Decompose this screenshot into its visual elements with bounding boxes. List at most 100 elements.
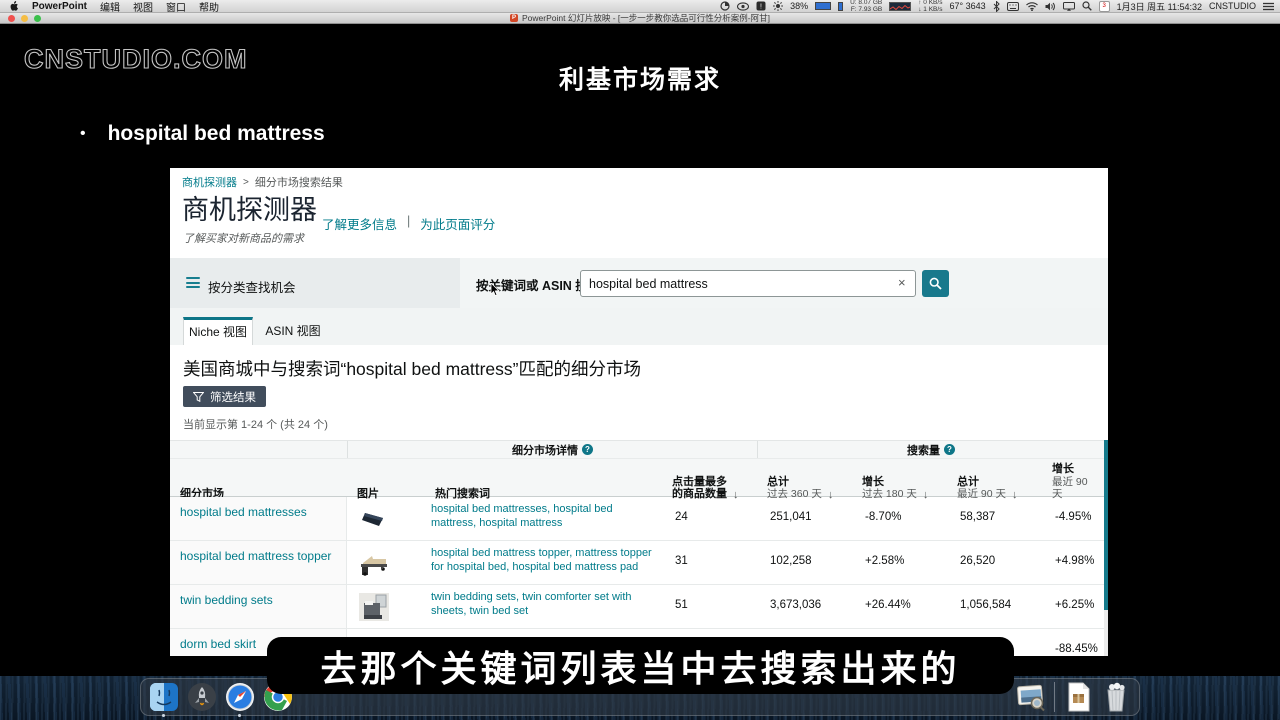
search-button[interactable] xyxy=(922,270,949,297)
timer-status-icon[interactable] xyxy=(720,1,730,11)
category-menu-icon[interactable] xyxy=(186,277,200,288)
cell-products: 51 xyxy=(662,585,757,628)
preview-photos-icon[interactable] xyxy=(1016,682,1046,712)
product-image xyxy=(347,497,425,540)
cell-total90: 26,520 xyxy=(947,541,1042,584)
table-scrollbar[interactable] xyxy=(1104,440,1108,656)
presentation-slide: CNSTUDIO.COM 利基市场需求 • hospital bed mattr… xyxy=(0,24,1280,676)
info-icon[interactable]: ? xyxy=(944,444,955,455)
keywords-link[interactable]: hospital bed mattress topper, mattress t… xyxy=(425,541,662,584)
mouse-cursor xyxy=(490,283,500,300)
menu-window[interactable]: 窗口 xyxy=(166,0,186,14)
niches-table: 细分市场详情 ? 搜索量 ? 细分市场 图片 热门搜索词 点击量最多的商品数量 xyxy=(170,440,1104,656)
svg-text:!: ! xyxy=(760,4,762,11)
group-header-empty xyxy=(170,441,347,458)
cell-total360: 102,258 xyxy=(757,541,852,584)
running-indicator xyxy=(162,714,165,717)
menu-help[interactable]: 帮助 xyxy=(199,0,219,14)
cell-total90: 1,056,584 xyxy=(947,585,1042,628)
funnel-icon xyxy=(193,392,204,402)
launchpad-icon[interactable] xyxy=(187,682,217,712)
eye-status-icon[interactable] xyxy=(737,2,749,11)
table-row: hospital bed mattress topper hospital be… xyxy=(170,541,1104,585)
menubar-user[interactable]: CNSTUDIO xyxy=(1209,1,1256,11)
package-file-icon[interactable] xyxy=(1063,682,1093,712)
notification-center-icon[interactable] xyxy=(1263,2,1274,11)
rate-page-link[interactable]: 为此页面评分 xyxy=(420,214,495,233)
close-window-button[interactable] xyxy=(8,15,15,22)
cell-total360: 251,041 xyxy=(757,497,852,540)
niche-link[interactable]: dorm bed skirt xyxy=(180,637,256,651)
cell-growth180: +2.58% xyxy=(852,541,947,584)
airplay-display-icon[interactable] xyxy=(1063,2,1075,11)
results-count: 当前显示第 1-24 个 (共 24 个) xyxy=(183,416,328,432)
search-input[interactable] xyxy=(580,270,916,297)
cell-products: 24 xyxy=(662,497,757,540)
bluetooth-icon[interactable] xyxy=(993,1,1000,12)
memory-readout[interactable]: U: 8.07 GB F: 7.93 GB xyxy=(850,0,882,13)
category-band: 按分类查找机会 xyxy=(170,258,460,308)
cell-growth90: +4.98% xyxy=(1042,541,1104,584)
calendar-icon[interactable]: 3 xyxy=(1099,1,1110,12)
cell-total90: 58,387 xyxy=(947,497,1042,540)
keyboard-icon[interactable] xyxy=(1007,2,1019,11)
browse-categories-button[interactable]: 按分类查找机会 xyxy=(208,277,296,296)
safari-icon[interactable] xyxy=(225,682,255,712)
slide-title: 利基市场需求 xyxy=(0,60,1280,96)
info-icon[interactable]: ? xyxy=(582,444,593,455)
minimize-window-button[interactable] xyxy=(21,15,28,22)
powerpoint-doc-icon: P xyxy=(510,14,518,22)
running-indicator xyxy=(238,714,241,717)
bullet-dot: • xyxy=(80,125,86,143)
group-header-search-volume: 搜索量 ? xyxy=(757,441,1104,458)
group-header-details: 细分市场详情 ? xyxy=(347,441,757,458)
keywords-link[interactable]: hospital bed mattresses, hospital bed ma… xyxy=(425,497,662,540)
niche-link[interactable]: hospital bed mattress topper xyxy=(180,549,331,563)
spotlight-search-icon[interactable] xyxy=(1082,1,1092,11)
cell-growth90: -4.95% xyxy=(1042,497,1104,540)
learn-more-link[interactable]: 了解更多信息 xyxy=(322,214,397,233)
product-image xyxy=(347,585,425,628)
dock-divider xyxy=(1054,682,1055,712)
trash-icon[interactable] xyxy=(1101,682,1131,712)
menu-app-name[interactable]: PowerPoint xyxy=(32,1,87,12)
memory-meter-icon[interactable] xyxy=(838,2,843,11)
brightness-status-icon[interactable] xyxy=(773,1,783,11)
keywords-link[interactable]: twin bedding sets, twin comforter set wi… xyxy=(425,585,662,628)
page-title: 商机探测器 xyxy=(182,188,317,227)
battery-percent[interactable]: 38% xyxy=(790,1,808,11)
link-separator: | xyxy=(407,214,410,233)
magnifier-icon xyxy=(929,277,942,290)
niche-link[interactable]: hospital bed mattresses xyxy=(180,505,307,519)
cell-products: 31 xyxy=(662,541,757,584)
view-tabs: Niche 视图 ASIN 视图 xyxy=(170,308,1108,345)
cell-total360: 3,673,036 xyxy=(757,585,852,628)
cell-growth90: -88.45% xyxy=(1042,629,1104,656)
amazon-opportunity-explorer-panel: 商机探测器 > 细分市场搜索结果 商机探测器 了解更多信息 | 为此页面评分 了… xyxy=(170,168,1108,656)
tab-niche-view[interactable]: Niche 视图 xyxy=(183,317,253,345)
alert-status-icon[interactable]: ! xyxy=(756,1,766,11)
network-readout[interactable]: ↑ 0 KB/s ↓ 1 KB/s xyxy=(918,0,942,13)
volume-icon[interactable] xyxy=(1045,2,1056,11)
niche-link[interactable]: twin bedding sets xyxy=(180,593,273,607)
scrollbar-thumb[interactable] xyxy=(1104,440,1108,610)
filter-results-button[interactable]: 筛选结果 xyxy=(183,386,266,407)
results-heading: 美国商城中与搜索词“hospital bed mattress”匹配的细分市场 xyxy=(183,356,641,381)
menubar-datetime[interactable]: 1月3日 周五 11:54:32 xyxy=(1117,0,1202,13)
zoom-window-button[interactable] xyxy=(34,15,41,22)
clear-search-icon[interactable]: × xyxy=(898,275,906,290)
cell-growth180: +26.44% xyxy=(852,585,947,628)
apple-menu-icon[interactable] xyxy=(10,1,19,12)
menu-view[interactable]: 视图 xyxy=(133,0,153,14)
cell-growth180: -8.70% xyxy=(852,497,947,540)
cell-growth90: +6.25% xyxy=(1042,585,1104,628)
battery-meter-icon[interactable] xyxy=(815,2,831,10)
menu-edit[interactable]: 编辑 xyxy=(100,0,120,14)
tab-asin-view[interactable]: ASIN 视图 xyxy=(260,317,326,345)
temp-fan-readout[interactable]: 67° 3643 xyxy=(949,1,985,11)
table-row: hospital bed mattresses hospital bed mat… xyxy=(170,497,1104,541)
finder-icon[interactable] xyxy=(149,682,179,712)
cpu-graph-icon[interactable] xyxy=(889,2,911,11)
video-caption: 去那个关键词列表当中去搜索出来的 xyxy=(267,637,1014,694)
wifi-icon[interactable] xyxy=(1026,2,1038,11)
